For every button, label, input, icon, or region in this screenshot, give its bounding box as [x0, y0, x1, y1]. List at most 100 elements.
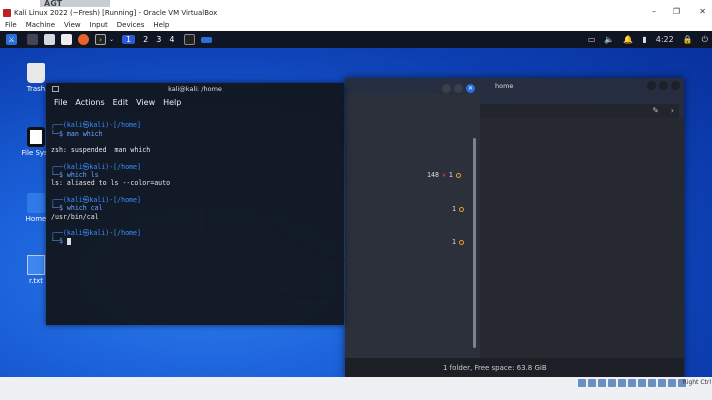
- terminal-title: kali@kali: /home: [168, 85, 222, 93]
- home-folder-icon: [27, 193, 45, 213]
- optical-drive-icon[interactable]: [588, 379, 596, 387]
- command-line: └─$ which ls: [51, 171, 99, 180]
- terminal-window[interactable]: kali@kali: /home File Actions Edit View …: [46, 83, 344, 325]
- device-status-icons[interactable]: [578, 379, 686, 387]
- fm-minimize-button[interactable]: [647, 81, 656, 90]
- sidebar-scrollbar[interactable]: [473, 138, 476, 348]
- file-manager-window[interactable]: home ✎ › 1 folder, Free space: 63.8 GiB: [345, 78, 684, 377]
- terminal-menu-file[interactable]: File: [54, 98, 67, 107]
- terminal-menu-edit[interactable]: Edit: [113, 98, 129, 107]
- terminal-close-button[interactable]: ✕: [466, 84, 475, 93]
- network-icon[interactable]: [608, 379, 616, 387]
- file-manager-titlebar[interactable]: home: [345, 78, 684, 94]
- terminal-output[interactable]: ┌──(kali㉿kali)-[/home] └─$ man which zsh: …: [46, 109, 344, 250]
- desktop-icon-label: r.txt: [28, 277, 44, 285]
- command-line: └─$ man which: [51, 129, 103, 138]
- terminal-launcher-icon[interactable]: ›: [95, 34, 106, 45]
- power-icon[interactable]: ⏻: [702, 35, 708, 45]
- workspace-3[interactable]: 3: [156, 35, 161, 44]
- output-line: zsh: suspended man which: [51, 146, 151, 155]
- fm-maximize-button[interactable]: [659, 81, 668, 90]
- job-count: 1: [448, 171, 453, 179]
- vm-screen[interactable]: ⚔ › ⌄ 1 2 3 4 ▭ 🔈 🔔 ▮ 4:22 🔒 ⏻ Trash Fil…: [0, 31, 712, 377]
- fm-close-button[interactable]: [671, 81, 680, 90]
- output-line: ls: aliased to ls --color=auto: [51, 179, 171, 188]
- workspace-2[interactable]: 2: [143, 35, 148, 44]
- volume-icon[interactable]: 🔈: [604, 35, 614, 44]
- error-icon: ✕: [441, 171, 446, 179]
- virtualbox-icon: [3, 9, 11, 17]
- workspace-1[interactable]: 1: [122, 35, 136, 44]
- taskbar-filemanager-icon[interactable]: [201, 36, 213, 43]
- file-manager-title: home: [495, 82, 514, 90]
- exit-code: 148: [427, 171, 439, 179]
- menu-view[interactable]: View: [64, 21, 81, 29]
- host-key-label: Right Ctrl: [682, 379, 711, 386]
- file-manager-sidebar[interactable]: [345, 94, 480, 358]
- kali-menu-icon[interactable]: ⚔: [6, 34, 17, 45]
- job-count: 1: [452, 205, 456, 213]
- window-title: Kali Linux 2022 (~Fresh) [Running] - Ora…: [14, 9, 218, 17]
- chevron-right-icon[interactable]: ›: [671, 106, 674, 115]
- terminal-minimize-button[interactable]: [442, 84, 451, 93]
- job-count: 1: [452, 238, 456, 246]
- text-editor-icon[interactable]: [61, 34, 72, 45]
- battery-icon[interactable]: ▮: [642, 35, 646, 44]
- command-line: └─$ which cal: [51, 204, 103, 213]
- desktop-icon-label: Home: [25, 215, 47, 223]
- menu-file[interactable]: File: [5, 21, 17, 29]
- menu-help[interactable]: Help: [153, 21, 169, 29]
- top-banner: AGT: [40, 0, 110, 7]
- filesystem-icon: [27, 127, 45, 147]
- workspace-4[interactable]: 4: [169, 35, 174, 44]
- terminal-menu-help[interactable]: Help: [163, 98, 181, 107]
- terminal-menu-view[interactable]: View: [136, 98, 155, 107]
- menu-machine[interactable]: Machine: [26, 21, 55, 29]
- display-icon[interactable]: ▭: [588, 35, 596, 44]
- display-status-icon[interactable]: [638, 379, 646, 387]
- kali-top-panel: ⚔ › ⌄ 1 2 3 4 ▭ 🔈 🔔 ▮ 4:22 🔒 ⏻: [0, 31, 712, 48]
- gear-icon: [458, 206, 464, 212]
- chevron-down-icon[interactable]: ⌄: [109, 36, 114, 43]
- active-command-line[interactable]: └─$: [51, 237, 339, 245]
- terminal-menu-actions[interactable]: Actions: [75, 98, 104, 107]
- show-desktop-icon[interactable]: [27, 34, 38, 45]
- lock-icon[interactable]: 🔒: [683, 35, 693, 44]
- taskbar-terminal-icon[interactable]: [184, 34, 196, 45]
- right-prompt-1: 148 ✕ 1: [427, 171, 461, 179]
- terminal-icon: [52, 86, 59, 92]
- menu-input[interactable]: Input: [90, 21, 108, 29]
- gear-icon: [458, 239, 464, 245]
- text-cursor: [66, 237, 71, 245]
- firefox-icon[interactable]: [78, 34, 89, 45]
- file-manager-location-bar[interactable]: ✎ ›: [480, 104, 679, 118]
- cpu-icon[interactable]: [658, 379, 666, 387]
- clock[interactable]: 4:22: [656, 35, 674, 44]
- terminal-window-controls: ✕: [442, 84, 475, 93]
- mouse-integration-icon[interactable]: [668, 379, 676, 387]
- usb-icon[interactable]: [618, 379, 626, 387]
- hdd-icon[interactable]: [578, 379, 586, 387]
- status-text: 1 folder, Free space: 63.8 GiB: [443, 364, 547, 372]
- trash-icon: [27, 63, 45, 83]
- right-prompt-2: 1: [452, 205, 464, 213]
- minimize-button[interactable]: –: [652, 7, 656, 16]
- virtualbox-menubar: File Machine View Input Devices Help: [0, 19, 712, 31]
- text-file-icon: [27, 255, 45, 275]
- prompt-line: ┌──(kali㉿kali)-[/home]: [51, 121, 141, 130]
- edit-location-icon[interactable]: ✎: [652, 106, 659, 115]
- file-manager-content[interactable]: [480, 118, 684, 358]
- terminal-maximize-button[interactable]: [454, 84, 463, 93]
- terminal-titlebar[interactable]: kali@kali: /home: [46, 83, 344, 95]
- prompt-line: ┌──(kali㉿kali)-[/home]: [51, 229, 141, 238]
- notification-icon[interactable]: 🔔: [623, 35, 633, 44]
- recording-icon[interactable]: [648, 379, 656, 387]
- menu-devices[interactable]: Devices: [117, 21, 145, 29]
- audio-icon[interactable]: [598, 379, 606, 387]
- virtualbox-titlebar: Kali Linux 2022 (~Fresh) [Running] - Ora…: [0, 7, 712, 19]
- close-button[interactable]: ✕: [699, 7, 706, 16]
- output-line: /usr/bin/cal: [51, 212, 99, 221]
- file-manager-icon[interactable]: [44, 34, 55, 45]
- maximize-button[interactable]: ❐: [673, 7, 680, 16]
- shared-folder-icon[interactable]: [628, 379, 636, 387]
